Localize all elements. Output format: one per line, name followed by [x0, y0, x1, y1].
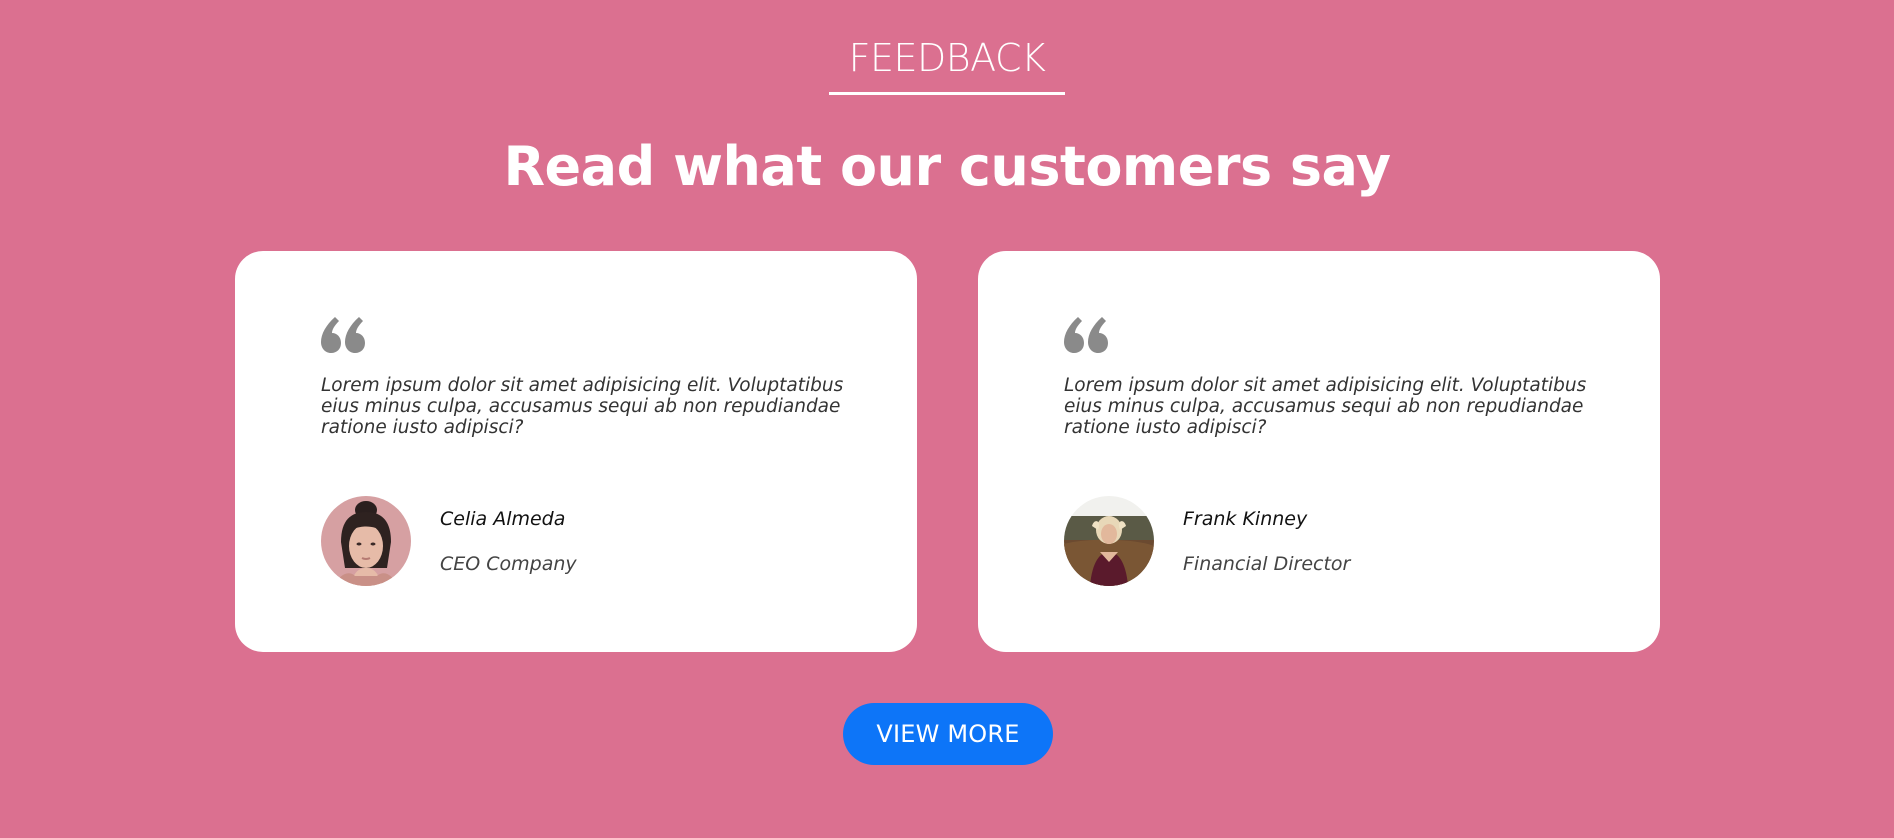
testimonial-card: Lorem ipsum dolor sit amet adipisicing e… — [978, 251, 1660, 652]
author-name: Frank Kinney — [1183, 508, 1308, 530]
testimonial-quote: Lorem ipsum dolor sit amet adipisicing e… — [1064, 375, 1587, 438]
testimonial-card: Lorem ipsum dolor sit amet adipisicing e… — [235, 251, 917, 652]
author-name: Celia Almeda — [440, 508, 566, 530]
quote-icon — [1064, 317, 1108, 353]
quote-icon — [321, 317, 365, 353]
section-headline: Read what our customers say — [503, 135, 1391, 198]
avatar — [321, 496, 411, 586]
avatar — [1064, 496, 1154, 586]
testimonial-quote: Lorem ipsum dolor sit amet adipisicing e… — [321, 375, 844, 438]
section-eyebrow: FEEDBACK — [828, 30, 1066, 95]
feedback-section: FEEDBACK Read what our customers say Lor… — [0, 0, 1894, 838]
view-more-button[interactable]: VIEW MORE — [843, 703, 1053, 765]
eyebrow-wrapper: FEEDBACK — [0, 30, 1894, 95]
author-role: CEO Company — [440, 553, 577, 575]
author-role: Financial Director — [1183, 553, 1351, 575]
